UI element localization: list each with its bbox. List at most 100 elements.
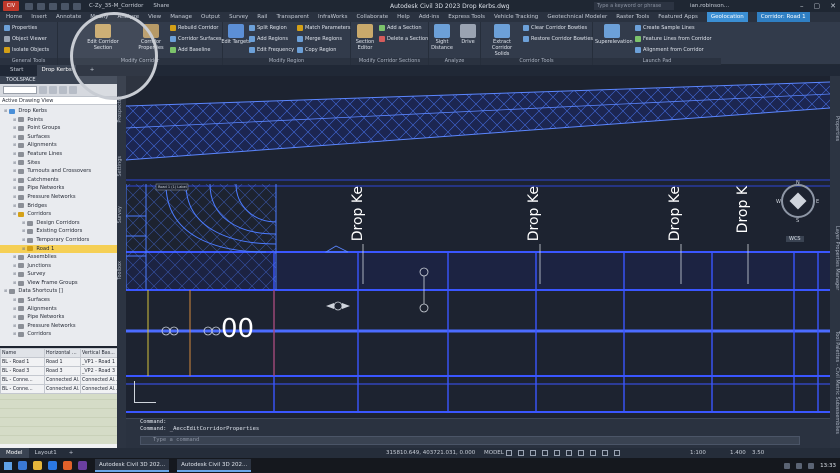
expand-icon[interactable]: ⊞ xyxy=(13,313,16,322)
table-cell[interactable]: _VP2 - Road 3 xyxy=(80,366,118,376)
tree-node[interactable]: ⊞ Road 1 xyxy=(0,244,117,254)
feature-lines-from-corridor-button[interactable]: Feature Lines from Corridor xyxy=(635,36,712,42)
table-cell[interactable]: Connected Al... xyxy=(80,384,118,394)
app-logo[interactable]: CIV xyxy=(3,1,19,11)
tree-node[interactable]: ⊞ Pressure Networks xyxy=(0,322,117,331)
table-cell[interactable]: Connected Al... xyxy=(44,384,81,394)
tree-node[interactable]: ⊞ Temporary Corridors xyxy=(0,236,117,245)
tree-node[interactable]: ⊞ Feature Lines xyxy=(0,150,117,159)
sight-distance-button[interactable]: Sight Distance xyxy=(429,22,455,51)
edit-targets-button[interactable]: Edit Targets xyxy=(219,22,253,45)
toolspace-btn-icon[interactable] xyxy=(49,86,57,94)
tree-node[interactable]: ⊞ Junctions xyxy=(0,262,117,271)
workspace-combo[interactable]: C-Zy_35-M_Corridor xyxy=(89,3,143,9)
section-editor-button[interactable]: Section Editor xyxy=(348,22,382,51)
tree-node[interactable]: ⊞ Catchments xyxy=(0,176,117,185)
rebuild-corridor-button[interactable]: Rebuild Corridor xyxy=(170,25,218,31)
tree-node[interactable]: ⊞ Data Shortcuts [] xyxy=(0,287,117,296)
expand-icon[interactable]: ⊞ xyxy=(13,210,16,219)
snap-icon[interactable] xyxy=(518,450,524,456)
ribbon-tab[interactable]: Manage xyxy=(170,14,192,20)
tray-icon[interactable] xyxy=(784,462,791,469)
expand-icon[interactable]: ⊞ xyxy=(13,322,16,331)
model-space-toggle[interactable]: MODEL xyxy=(484,450,504,456)
expand-icon[interactable]: ⊞ xyxy=(13,202,16,211)
drive-button[interactable]: Drive xyxy=(457,22,479,45)
edit-frequency-button[interactable]: Edit Frequency xyxy=(249,47,294,53)
expand-icon[interactable]: ⊞ xyxy=(13,270,16,279)
properties-palette-tab[interactable]: Properties xyxy=(830,116,840,141)
lineweight-icon[interactable] xyxy=(578,450,584,456)
create-sample-lines-button[interactable]: Create Sample Lines xyxy=(635,25,695,31)
toolspace-btn-icon[interactable] xyxy=(59,86,67,94)
ribbon-tab[interactable]: Featured Apps xyxy=(658,14,698,20)
table-cell[interactable]: BL - Conne... xyxy=(0,375,45,385)
tree-node[interactable]: ⊞ Assemblies xyxy=(0,253,117,262)
compass-west[interactable]: W xyxy=(776,199,781,205)
table-row[interactable]: BL - Road 1 Road 1 _VP1 - Road 1 xyxy=(0,357,118,367)
properties-button[interactable]: Properties xyxy=(4,25,37,31)
expand-icon[interactable]: ⊞ xyxy=(13,124,16,133)
object-viewer-button[interactable]: Object Viewer xyxy=(4,36,47,42)
tree-node[interactable]: ⊞ Corridors xyxy=(0,210,117,219)
taskbar-civil3d-window[interactable]: Autodesk Civil 3D 202... xyxy=(177,459,252,472)
tree-node[interactable]: ⊞ Sites xyxy=(0,159,117,168)
command-input[interactable]: Type a command xyxy=(140,436,800,445)
ribbon-tab[interactable]: Raster Tools xyxy=(616,14,649,20)
tree-node[interactable]: ⊞ Pipe Networks xyxy=(0,184,117,193)
file-explorer-icon[interactable] xyxy=(33,461,42,470)
tree-node[interactable]: ⊞ Point Groups xyxy=(0,124,117,133)
tree-node[interactable]: ⊞ View Frame Groups xyxy=(0,279,117,288)
expand-icon[interactable]: ⊞ xyxy=(13,133,16,142)
toolspace-btn-icon[interactable] xyxy=(39,86,47,94)
expand-icon[interactable]: ⊞ xyxy=(4,107,7,116)
copy-region-button[interactable]: Copy Region xyxy=(297,47,336,53)
grid-header-name[interactable]: Name xyxy=(0,348,45,358)
expand-icon[interactable]: ⊞ xyxy=(13,150,16,159)
expand-icon[interactable]: ⊞ xyxy=(13,167,16,176)
corridor-surfaces-button[interactable]: Corridor Surfaces xyxy=(170,36,222,42)
network-icon[interactable] xyxy=(796,462,803,469)
ribbon-tab[interactable]: View xyxy=(148,14,161,20)
table-cell[interactable]: Connected Al... xyxy=(80,375,118,385)
drop-kerb-label[interactable]: Drop Ke xyxy=(526,186,542,241)
corridor-drawing[interactable] xyxy=(126,76,830,418)
table-cell[interactable]: _VP1 - Road 1 xyxy=(80,357,118,367)
table-cell[interactable]: BL - Road 3 xyxy=(0,366,45,376)
tree-node[interactable]: ⊞ Pressure Networks xyxy=(0,193,117,202)
tab-layout1[interactable]: Layout1 xyxy=(29,448,63,458)
tree-node[interactable]: ⊞ Alignments xyxy=(0,141,117,150)
osnap-icon[interactable] xyxy=(554,450,560,456)
open-icon[interactable] xyxy=(37,2,45,10)
clear-bowties-button[interactable]: Clear Corridor Bowties xyxy=(523,25,587,31)
expand-icon[interactable]: ⊞ xyxy=(13,262,16,271)
compass-south[interactable]: S xyxy=(796,218,799,224)
annotation-scale[interactable]: 1:100 xyxy=(690,450,706,456)
new-icon[interactable] xyxy=(25,2,33,10)
ribbon-tab[interactable]: Corridor: Road 1 xyxy=(756,12,810,22)
tree-node[interactable]: ⊞ Surfaces xyxy=(0,296,117,305)
expand-icon[interactable]: ⊞ xyxy=(13,305,16,314)
expand-icon[interactable]: ⊞ xyxy=(13,330,16,339)
extract-solids-button[interactable]: Extract Corridor Solids xyxy=(485,22,519,57)
alignment-from-corridor-button[interactable]: Alignment from Corridor xyxy=(635,47,704,53)
toolspace-view-select[interactable] xyxy=(3,86,37,94)
layer-properties-tab[interactable]: Layer Properties Manager xyxy=(830,226,840,290)
table-row[interactable]: BL - Road 3 Road 3 _VP2 - Road 3 xyxy=(0,366,118,376)
tab-model[interactable]: Model xyxy=(0,448,29,458)
ribbon-tab[interactable]: Help xyxy=(397,14,410,20)
drop-kerb-label[interactable]: Drop Ke xyxy=(667,186,683,241)
table-cell[interactable]: Connected Al... xyxy=(44,375,81,385)
ribbon-tab[interactable]: Geolocation xyxy=(706,12,748,22)
share-button[interactable]: Share xyxy=(153,3,169,9)
ribbon-tab[interactable]: Output xyxy=(201,14,220,20)
user-account[interactable]: ian.robinson... xyxy=(690,3,729,9)
tree-node[interactable]: ⊞ Alignments xyxy=(0,305,117,314)
tree-node[interactable]: ⊞ Pipe Networks xyxy=(0,313,117,322)
expand-icon[interactable]: ⊞ xyxy=(13,253,16,262)
compass-north[interactable]: N xyxy=(796,180,800,186)
grid-header-horizontal[interactable]: Horizontal ... xyxy=(44,348,81,358)
app-icon[interactable] xyxy=(78,461,87,470)
tree-node[interactable]: ⊞ Survey xyxy=(0,270,117,279)
table-row[interactable]: BL - Conne... Connected Al... Connected Al… xyxy=(0,375,118,385)
